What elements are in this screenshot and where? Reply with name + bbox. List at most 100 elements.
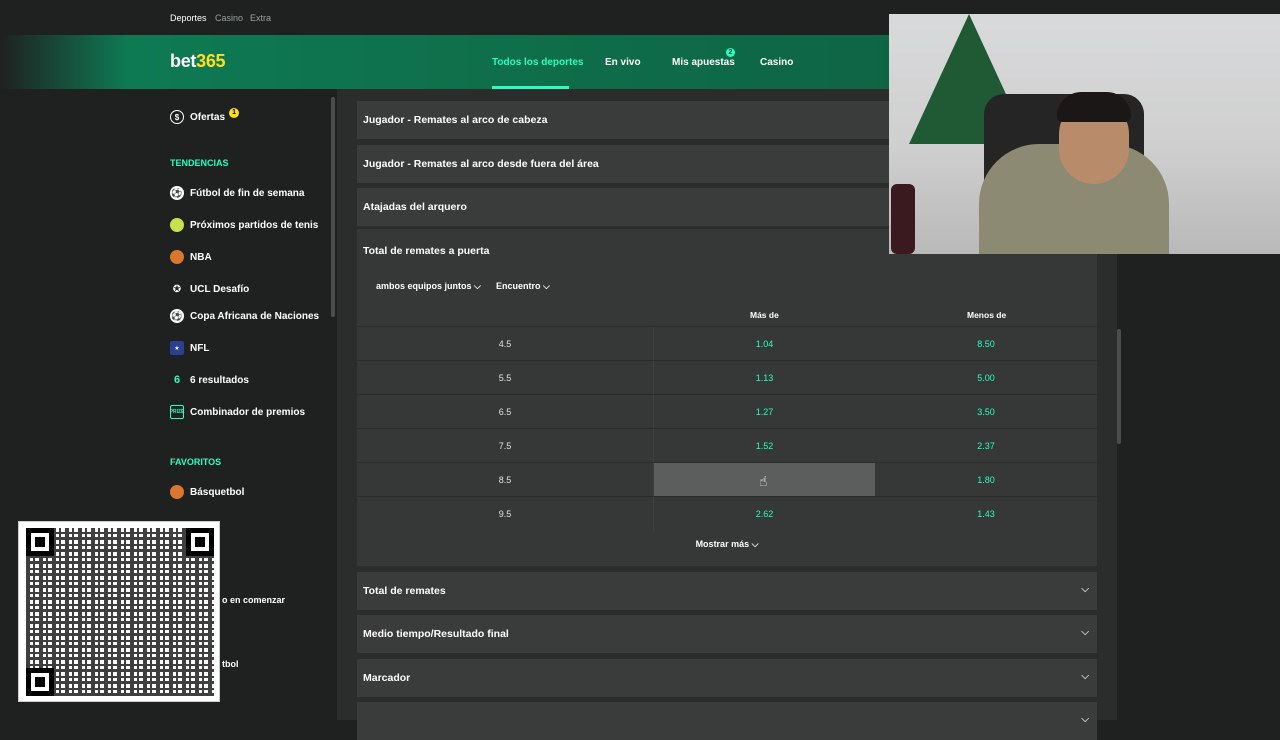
line-value: 6.5 (498, 407, 512, 417)
over-odds[interactable]: 2.62 (653, 497, 875, 531)
line-value: 4.5 (498, 339, 512, 349)
nfl-icon: ★ (170, 341, 184, 355)
line-value: 7.5 (498, 441, 512, 451)
basketball-icon (170, 250, 184, 264)
sidebar-item-6-resultados[interactable]: 6 6 resultados (170, 371, 249, 389)
chevron-down-icon: ⌵ (1081, 584, 1089, 595)
market-title: Marcador (363, 672, 411, 684)
nav-en-vivo[interactable]: En vivo (605, 57, 641, 68)
sidebar-partial-text[interactable]: tbol (222, 659, 239, 669)
qr-code-image (26, 528, 214, 696)
sidebar-item-label: NBA (190, 251, 212, 263)
period-filter-dropdown[interactable]: Encuentro ⌵ (496, 281, 550, 292)
six-results-icon: 6 (173, 374, 181, 386)
sidebar-item-combinador[interactable]: PRIZE Combinador de premios (170, 403, 305, 421)
bets-count-badge: 2 (726, 48, 735, 57)
filter-label: ambos equipos juntos (376, 281, 472, 291)
odds-row: 6.5 1.27 3.50 (357, 394, 1097, 429)
bet365-logo[interactable]: bet365 (170, 51, 226, 72)
sidebar-scrollbar[interactable] (331, 97, 335, 317)
hand-cursor-icon: ☝ (759, 473, 768, 489)
tab-extra[interactable]: Extra (250, 13, 271, 23)
favorites-heading: FAVORITOS (170, 457, 222, 467)
sidebar-item-label: Próximos partidos de tenis (190, 219, 319, 231)
sidebar-item-ucl[interactable]: ✪ UCL Desafío (170, 280, 249, 298)
chevron-down-icon: ⌵ (1081, 671, 1089, 682)
line-value: 8.5 (498, 475, 512, 485)
qr-code-overlay (18, 521, 220, 702)
under-odds[interactable]: 1.80 (875, 463, 1097, 497)
sidebar-item-label: UCL Desafío (190, 283, 250, 295)
under-odds[interactable]: 5.00 (875, 361, 1097, 395)
col-header-over: Más de (750, 310, 779, 320)
odds-row: 7.5 1.52 2.37 (357, 428, 1097, 463)
market-header[interactable]: Medio tiempo/Resultado final ⌵ (357, 615, 1097, 653)
microphone-image (891, 184, 915, 254)
ucl-icon: ✪ (172, 283, 182, 295)
soccer-ball-icon: ⚽ (170, 186, 184, 200)
market-title[interactable]: Total de remates a puerta (363, 245, 489, 257)
sidebar-item-label: Fútbol de fin de semana (190, 187, 305, 199)
over-odds[interactable]: 1.04 (653, 327, 875, 361)
market-title: Atajadas del arquero (363, 201, 467, 213)
show-more-button[interactable]: Mostrar más ⌵ (357, 539, 1097, 550)
page-scrollbar[interactable] (1117, 329, 1121, 444)
market-header[interactable]: Marcador ⌵ (357, 659, 1097, 697)
sidebar-item-label: NFL (190, 342, 210, 354)
over-odds[interactable]: 1.52 (653, 429, 875, 463)
tab-deportes[interactable]: Deportes (170, 13, 207, 23)
sidebar-item-label: Copa Africana de Naciones (190, 310, 320, 322)
show-more-label: Mostrar más (695, 539, 750, 549)
tennis-ball-icon (170, 218, 184, 232)
streamer-hair-image (1057, 92, 1131, 122)
nav-todos-los-deportes[interactable]: Todos los deportes (492, 57, 584, 68)
sidebar-item-basquetbol[interactable]: Básquetbol (170, 483, 244, 501)
market-title: Medio tiempo/Resultado final (363, 628, 509, 640)
over-odds[interactable]: 1.13 (653, 361, 875, 395)
sidebar-item-label: 6 resultados (190, 374, 249, 386)
sidebar-partial-text[interactable]: o en comenzar (222, 595, 285, 605)
market-title: Jugador - Remates al arco de cabeza (363, 114, 548, 126)
sidebar-item-label: Básquetbol (190, 486, 245, 498)
webcam-overlay (889, 14, 1280, 254)
market-header[interactable]: ⌵ (357, 702, 1097, 740)
team-filter-dropdown[interactable]: ambos equipos juntos ⌵ (376, 281, 481, 292)
sidebar-item-copa-africana[interactable]: ⚽ Copa Africana de Naciones (170, 307, 319, 325)
line-value: 5.5 (498, 373, 512, 383)
market-title: Jugador - Remates al arco desde fuera de… (363, 158, 599, 170)
prize-icon: PRIZE (170, 405, 184, 419)
tab-casino[interactable]: Casino (215, 13, 243, 23)
filter-label: Encuentro (496, 281, 541, 291)
sidebar-item-tenis[interactable]: Próximos partidos de tenis (170, 216, 318, 234)
sidebar-item-label: Ofertas (190, 111, 226, 123)
nav-casino[interactable]: Casino (760, 57, 793, 68)
logo-accent-text: 365 (196, 51, 226, 71)
col-header-under: Menos de (967, 310, 1007, 320)
chevron-down-icon: ⌵ (543, 281, 550, 291)
odds-row: 4.5 1.04 8.50 (357, 326, 1097, 361)
logo-main-text: bet (170, 51, 197, 71)
under-odds[interactable]: 1.43 (875, 497, 1097, 531)
sidebar-item-nba[interactable]: NBA (170, 248, 212, 266)
odds-row: 9.5 2.62 1.43 (357, 496, 1097, 531)
over-odds[interactable]: 1.27 (653, 395, 875, 429)
basketball-icon (170, 485, 184, 499)
sidebar-item-nfl[interactable]: ★ NFL (170, 339, 209, 357)
under-odds[interactable]: 3.50 (875, 395, 1097, 429)
nav-mis-apuestas[interactable]: Mis apuestas (672, 57, 735, 68)
trends-heading: TENDENCIAS (170, 158, 229, 168)
dollar-icon: $ (170, 110, 184, 124)
under-odds[interactable]: 2.37 (875, 429, 1097, 463)
chevron-down-icon: ⌵ (751, 539, 759, 549)
under-odds[interactable]: 8.50 (875, 327, 1097, 361)
odds-row: 8.5 1.80 (357, 462, 1097, 497)
sidebar-item-futbol-fin-semana[interactable]: ⚽ Fútbol de fin de semana (170, 184, 304, 202)
chevron-down-icon: ⌵ (474, 281, 481, 291)
market-header[interactable]: Total de remates ⌵ (357, 572, 1097, 610)
expanded-market: Total de remates a puerta ambos equipos … (357, 229, 1097, 566)
odds-row: 5.5 1.13 5.00 (357, 360, 1097, 395)
sidebar-item-ofertas[interactable]: $ Ofertas 1 (170, 108, 240, 126)
chevron-down-icon: ⌵ (1081, 627, 1089, 638)
qr-finder-pattern (186, 528, 214, 556)
qr-finder-pattern (26, 668, 54, 696)
